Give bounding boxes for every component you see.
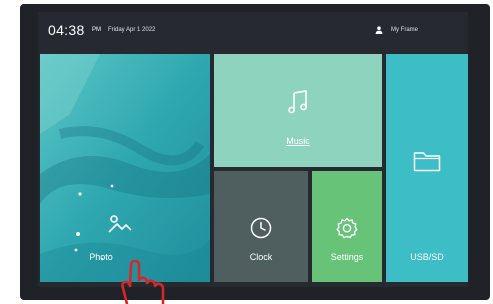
- hand-pointer-icon: [121, 259, 165, 304]
- clock-label: Clock: [249, 252, 273, 262]
- settings-label: Settings: [330, 252, 364, 262]
- clock-icon: [250, 217, 272, 239]
- home-screen: 04:38 PM Friday Apr 1 2022 My Frame Phot…: [38, 12, 468, 287]
- status-bar: 04:38 PM Friday Apr 1 2022 My Frame: [38, 12, 468, 48]
- folder-icon: [413, 152, 441, 172]
- music-label: Music: [286, 136, 310, 146]
- frame-name[interactable]: My Frame: [391, 27, 418, 33]
- image-icon: [108, 215, 132, 233]
- settings-tile[interactable]: Settings: [312, 171, 382, 282]
- clock-tile[interactable]: Clock: [214, 171, 308, 282]
- usb-sd-label: USB/SD: [410, 252, 444, 262]
- user-icon[interactable]: [375, 26, 383, 34]
- clock-ampm: PM: [92, 27, 101, 33]
- gear-icon: [336, 217, 358, 239]
- ocean-background-image: [40, 54, 210, 282]
- photo-tile[interactable]: Photo: [40, 54, 210, 282]
- clock-time: 04:38: [48, 22, 85, 38]
- current-date: Friday Apr 1 2022: [108, 27, 156, 33]
- usb-sd-tile[interactable]: USB/SD: [386, 54, 468, 282]
- music-tile[interactable]: Music: [214, 54, 382, 167]
- music-note-icon: [288, 90, 307, 114]
